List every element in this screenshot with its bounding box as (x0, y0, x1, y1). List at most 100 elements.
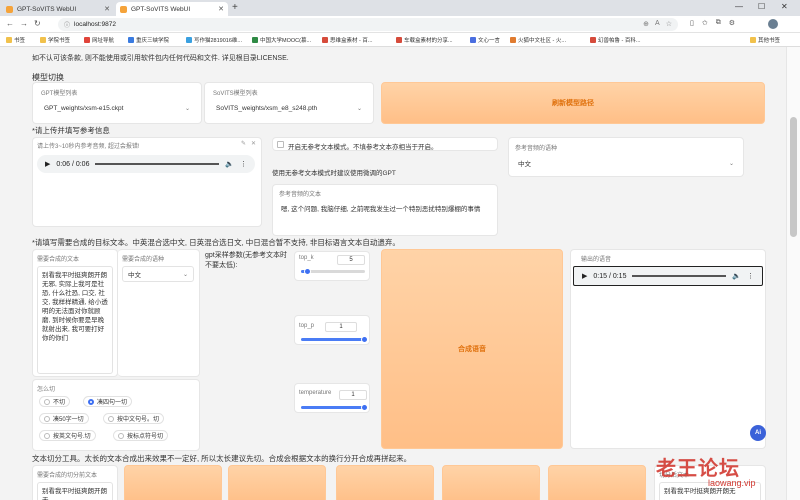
site-icon (252, 37, 258, 43)
bookmark-item[interactable]: 重庆三峡学院 (128, 36, 169, 44)
url-field[interactable]: ⓘ localhost:9872 ⊕ A ☆ (58, 18, 678, 31)
no-ref-mode-checkbox[interactable] (277, 141, 284, 148)
scrollbar-thumb[interactable] (790, 117, 797, 237)
target-text-block: 需要合成的文本 别看我平时挺爽朗开朗无邪, 实际上我可是社恐, 什么社恐, 口交… (32, 249, 118, 377)
temperature-value[interactable]: 1 (339, 390, 367, 400)
top-k-value[interactable]: 5 (337, 255, 365, 265)
split-button-1[interactable] (124, 465, 222, 500)
split-button-3[interactable] (336, 465, 434, 500)
info-icon[interactable]: ⓘ (64, 20, 70, 29)
forward-icon[interactable]: → (20, 19, 28, 28)
target-language-select[interactable]: 中文 ⌄ (122, 266, 194, 282)
top-k-label: top_k (299, 255, 314, 261)
bookmark-item[interactable]: 车载盒素材的分享... (396, 36, 453, 44)
bookmark-item[interactable]: 思维盒素材 - 百... (322, 36, 372, 44)
split-button-5[interactable] (548, 465, 646, 500)
split-option-four-sentences[interactable]: 凑四句一切 (83, 396, 133, 407)
reference-audio-block: 请上传3~10秒内参考音频, 超过会报错! ✎ ✕ ▶ 0:06 / 0:06 … (32, 137, 262, 227)
folder-icon (6, 37, 12, 43)
reference-language-block: 参考音频的语种 中文 ⌄ (508, 137, 744, 177)
gpt-model-block: GPT模型列表 GPT_weights/xsm-e15.ckpt ⌄ (32, 82, 202, 124)
reference-text-input[interactable]: 嗯, 这个问题, 我脑仔细, 之前呢我发生过一个特别恶扰特别爆棚的事情 (277, 201, 493, 233)
folder-icon (40, 37, 46, 43)
bookmark-item[interactable]: 幻兽帕鲁 - 百科... (590, 36, 640, 44)
reference-language-label: 参考音频的语种 (515, 146, 558, 152)
gpt-model-select[interactable]: GPT_weights/xsm-e15.ckpt ⌄ (39, 100, 195, 116)
split-input-text[interactable]: 别看我平时挺爽朗开朗无 (37, 482, 113, 500)
split-option-cn-period[interactable]: 按中文句号。切 (103, 413, 165, 424)
favorites-icon[interactable]: ✩ (702, 19, 708, 27)
ai-assistant-button[interactable]: Ai (750, 425, 766, 441)
split-option-punctuation[interactable]: 按标点符号切 (113, 430, 169, 441)
profile-avatar[interactable] (768, 19, 778, 29)
url-text: localhost:9872 (74, 21, 116, 28)
sovits-model-select[interactable]: SoVITS_weights/xsm_e8_s248.pth ⌄ (211, 100, 367, 116)
more-icon[interactable]: ⋮ (747, 272, 754, 280)
split-option-50-chars[interactable]: 凑50字一切 (39, 413, 89, 424)
target-language-label: 需要合成的语种 (122, 257, 165, 263)
split-button-4[interactable] (442, 465, 540, 500)
temperature-slider[interactable] (301, 406, 365, 409)
more-icon[interactable]: ⋮ (240, 160, 247, 168)
split-option-en-period[interactable]: 按英文句号.切 (39, 430, 96, 441)
site-icon (186, 37, 192, 43)
bookmark-item[interactable]: 书签 (6, 36, 25, 44)
top-p-slider[interactable] (301, 338, 365, 341)
split-screen-icon[interactable]: ▯ (690, 19, 694, 27)
volume-icon[interactable]: 🔈 (732, 272, 741, 280)
browser-tab-2[interactable]: GPT-SoVITS WebUI ✕ (116, 2, 228, 16)
read-aloud-icon[interactable]: A (655, 20, 660, 28)
maximize-icon[interactable]: ☐ (758, 2, 765, 11)
split-option-none[interactable]: 不切 (39, 396, 71, 407)
close-window-icon[interactable]: ✕ (781, 2, 788, 11)
reference-audio-player[interactable]: ▶ 0:06 / 0:06 🔈 ⋮ (37, 155, 255, 173)
gradio-favicon-icon (6, 5, 13, 13)
site-icon (470, 37, 476, 43)
site-icon (590, 37, 596, 43)
target-text-label: 需要合成的文本 (37, 257, 80, 263)
target-heading: *请填写需要合成的目标文本。中英混合选中文, 日英混合选日文, 中日混合暂不支持… (32, 238, 400, 247)
new-tab-button[interactable]: + (232, 2, 238, 13)
folder-icon (750, 37, 756, 43)
extensions-icon[interactable]: ⚙ (729, 19, 735, 27)
page-scrollbar[interactable] (786, 47, 800, 500)
close-icon[interactable]: ✕ (251, 140, 256, 147)
refresh-model-button[interactable]: 刷新模型路径 (381, 82, 765, 124)
browser-tab-1[interactable]: GPT-SoVITS WebUI ✕ (2, 2, 114, 16)
synthesize-button[interactable]: 合成语音 (381, 249, 563, 449)
bookmark-star-icon[interactable]: ☆ (666, 20, 672, 28)
play-icon[interactable]: ▶ (45, 160, 50, 168)
minimize-icon[interactable]: — (735, 2, 743, 11)
chevron-down-icon: ⌄ (182, 271, 188, 278)
close-tab-icon[interactable]: ✕ (218, 5, 224, 13)
license-note: 如不认可该条款, 则不能使用或引用软件包内任何代码和文件. 详见根目录LICEN… (32, 55, 289, 62)
split-button-2[interactable] (228, 465, 326, 500)
bookmark-item[interactable]: 学院书签 (40, 36, 70, 44)
play-icon[interactable]: ▶ (582, 272, 587, 280)
audio-progress-track[interactable] (95, 163, 220, 165)
site-icon (322, 37, 328, 43)
volume-icon[interactable]: 🔈 (225, 160, 234, 168)
bookmark-item[interactable]: 中国大学MOOC(慕... (252, 36, 311, 44)
gpt-params-label: gpt采样参数(无参考文本时不要太低): (205, 252, 288, 269)
bookmark-item[interactable]: 其他书签 (750, 36, 780, 44)
collections-icon[interactable]: ⧉ (716, 19, 721, 27)
temperature-slider-knob[interactable] (361, 404, 368, 411)
reload-icon[interactable]: ↻ (34, 19, 41, 28)
zoom-icon[interactable]: ⊕ (643, 20, 649, 28)
bookmark-item[interactable]: 文心一言 (470, 36, 500, 44)
edit-icon[interactable]: ✎ (241, 140, 246, 147)
audio-progress-track[interactable] (632, 275, 727, 277)
back-icon[interactable]: ← (6, 19, 14, 28)
reference-language-select[interactable]: 中文 ⌄ (513, 155, 739, 171)
top-p-value[interactable]: 1 (325, 322, 357, 332)
bookmark-item[interactable]: 火狐中文社区 - 火... (510, 36, 566, 44)
top-p-block: top_p 1 (294, 315, 370, 345)
bookmark-item[interactable]: 网址导航 (84, 36, 114, 44)
top-p-slider-knob[interactable] (361, 336, 368, 343)
top-k-slider-knob[interactable] (304, 268, 311, 275)
bookmark-item[interactable]: 写作猫2819016维... (186, 36, 242, 44)
target-text-input[interactable]: 别看我平时挺爽朗开朗无邪, 实际上我可是社恐, 什么社恐, 口交, 社交, 我样… (37, 266, 113, 374)
output-audio-player[interactable]: ▶ 0:15 / 0:15 🔈 ⋮ (573, 266, 763, 286)
close-tab-icon[interactable]: ✕ (104, 5, 110, 13)
